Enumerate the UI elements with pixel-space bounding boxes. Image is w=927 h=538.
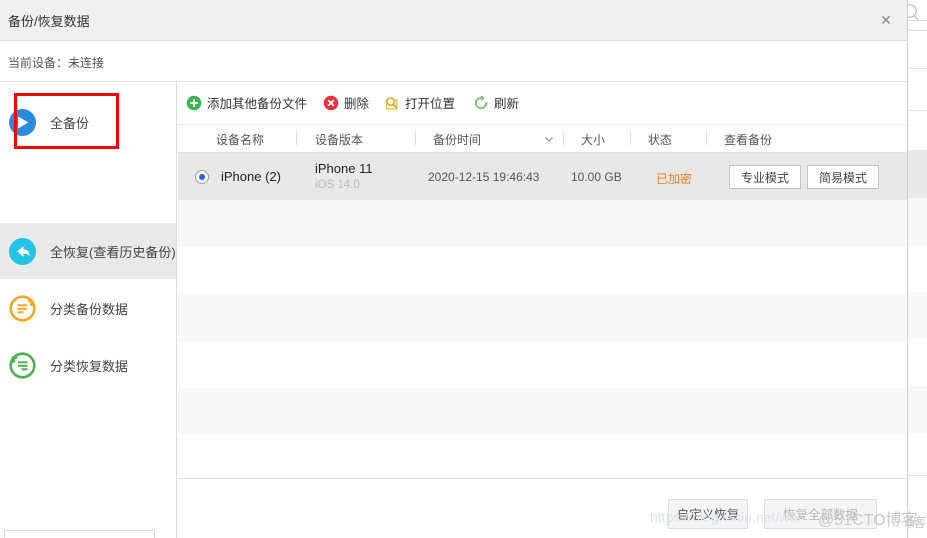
footer-actions: 自定义恢复 恢复全部数据 — [178, 478, 907, 538]
background-row — [908, 110, 927, 111]
sidebar-item-label: 分类备份数据 — [50, 301, 129, 317]
chevron-down-icon[interactable] — [543, 133, 555, 145]
cell-size: 10.00 GB — [571, 170, 622, 184]
locate-icon — [384, 95, 400, 111]
restore-all-button: 恢复全部数据 — [764, 499, 877, 529]
column-divider — [296, 131, 297, 145]
sidebar: 全备份 全恢复(查看历史备份) 分类备份数据 分类恢复数据 — [0, 82, 177, 538]
column-header-device-version[interactable]: 设备版本 — [315, 131, 363, 148]
background-divider — [908, 20, 927, 21]
refresh-button[interactable]: 刷新 — [473, 93, 519, 112]
column-divider — [415, 131, 416, 145]
sidebar-item-label: 全恢复(查看历史备份) — [50, 244, 176, 260]
open-location-button[interactable]: 打开位置 — [384, 93, 455, 112]
simple-mode-button[interactable]: 简易模式 — [807, 165, 880, 189]
table-body: iPhone (2) iPhone 11 iOS 14.0 2020-12-15… — [178, 153, 907, 480]
status-badge: 已加密 — [656, 172, 693, 186]
refresh-icon — [473, 95, 489, 111]
column-header-backup-time[interactable]: 备份时间 — [433, 131, 481, 148]
sidebar-item-category-backup[interactable]: 分类备份数据 — [0, 280, 176, 336]
add-icon — [186, 95, 202, 111]
cell-device-name: iPhone (2) — [221, 169, 281, 184]
add-backup-file-button[interactable]: 添加其他备份文件 — [186, 93, 307, 112]
background-row — [908, 245, 927, 293]
table-row[interactable]: iPhone (2) iPhone 11 iOS 14.0 2020-12-15… — [178, 153, 907, 200]
toolbar-button-label: 添加其他备份文件 — [207, 97, 308, 111]
table-row-empty — [178, 435, 907, 480]
toolbar-button-label: 删除 — [344, 97, 370, 111]
toolbar-button-label: 刷新 — [494, 97, 520, 111]
sidebar-item-label: 全备份 — [50, 115, 90, 131]
column-divider — [563, 131, 564, 145]
delete-icon — [323, 95, 339, 111]
table-row-empty — [178, 247, 907, 294]
column-header-view-backup[interactable]: 查看备份 — [724, 131, 772, 148]
cell-backup-time: 2020-12-15 19:46:43 — [428, 170, 540, 184]
background-row — [908, 68, 927, 69]
background-row — [908, 433, 927, 476]
custom-restore-button[interactable]: 自定义恢复 — [668, 499, 748, 529]
close-icon[interactable]: ✕ — [877, 11, 895, 29]
column-header-size[interactable]: 大小 — [581, 131, 605, 148]
backup-restore-dialog: 备份/恢复数据 ✕ 当前设备：未连接 全备份 全恢复(查看历史备份) 分类备份数… — [0, 0, 908, 538]
table-row-empty — [178, 341, 907, 388]
delete-button[interactable]: 删除 — [323, 93, 369, 112]
professional-mode-button[interactable]: 专业模式 — [729, 165, 802, 189]
sidebar-item-full-backup[interactable]: 全备份 — [0, 94, 176, 150]
tutorial-list-button[interactable]: 教程列表 — [4, 530, 155, 538]
background-row — [908, 386, 927, 434]
device-status-bar: 当前设备：未连接 — [0, 41, 907, 82]
table-row-empty — [178, 294, 907, 341]
cell-device-os: iOS 14.0 — [315, 179, 360, 191]
toolbar-button-label: 打开位置 — [405, 97, 456, 111]
dialog-body: 全备份 全恢复(查看历史备份) 分类备份数据 分类恢复数据 添加其他备份文件 删… — [0, 82, 907, 538]
background-row — [908, 339, 927, 387]
dialog-title: 备份/恢复数据 — [8, 14, 90, 29]
column-header-status[interactable]: 状态 — [648, 131, 672, 148]
sidebar-item-full-restore[interactable]: 全恢复(查看历史备份) — [0, 223, 176, 279]
table-row-empty — [178, 200, 907, 247]
device-status-text: 当前设备：未连接 — [8, 56, 105, 70]
full-backup-icon — [9, 108, 36, 136]
background-row — [908, 198, 927, 246]
dialog-titlebar: 备份/恢复数据 ✕ — [0, 0, 907, 41]
sidebar-item-category-restore[interactable]: 分类恢复数据 — [0, 337, 176, 393]
background-row — [908, 150, 927, 199]
background-row — [908, 292, 927, 340]
cell-device-version: iPhone 11 — [315, 161, 373, 176]
column-divider — [706, 131, 707, 145]
table-row-empty — [178, 388, 907, 435]
category-restore-icon — [9, 351, 36, 379]
column-divider — [630, 131, 631, 145]
column-header-device-name[interactable]: 设备名称 — [216, 131, 264, 148]
background-divider — [908, 30, 927, 31]
category-backup-icon — [9, 294, 36, 322]
sidebar-item-label: 分类恢复数据 — [50, 358, 129, 374]
content-panel: 添加其他备份文件 删除 打开位置 刷新 设备名称 设备版本 备份时间 大小 状态… — [178, 82, 907, 538]
full-restore-icon — [9, 237, 36, 265]
row-radio-button[interactable] — [195, 170, 209, 184]
toolbar: 添加其他备份文件 删除 打开位置 刷新 — [178, 82, 907, 125]
table-header-row: 设备名称 设备版本 备份时间 大小 状态 查看备份 — [178, 125, 907, 153]
